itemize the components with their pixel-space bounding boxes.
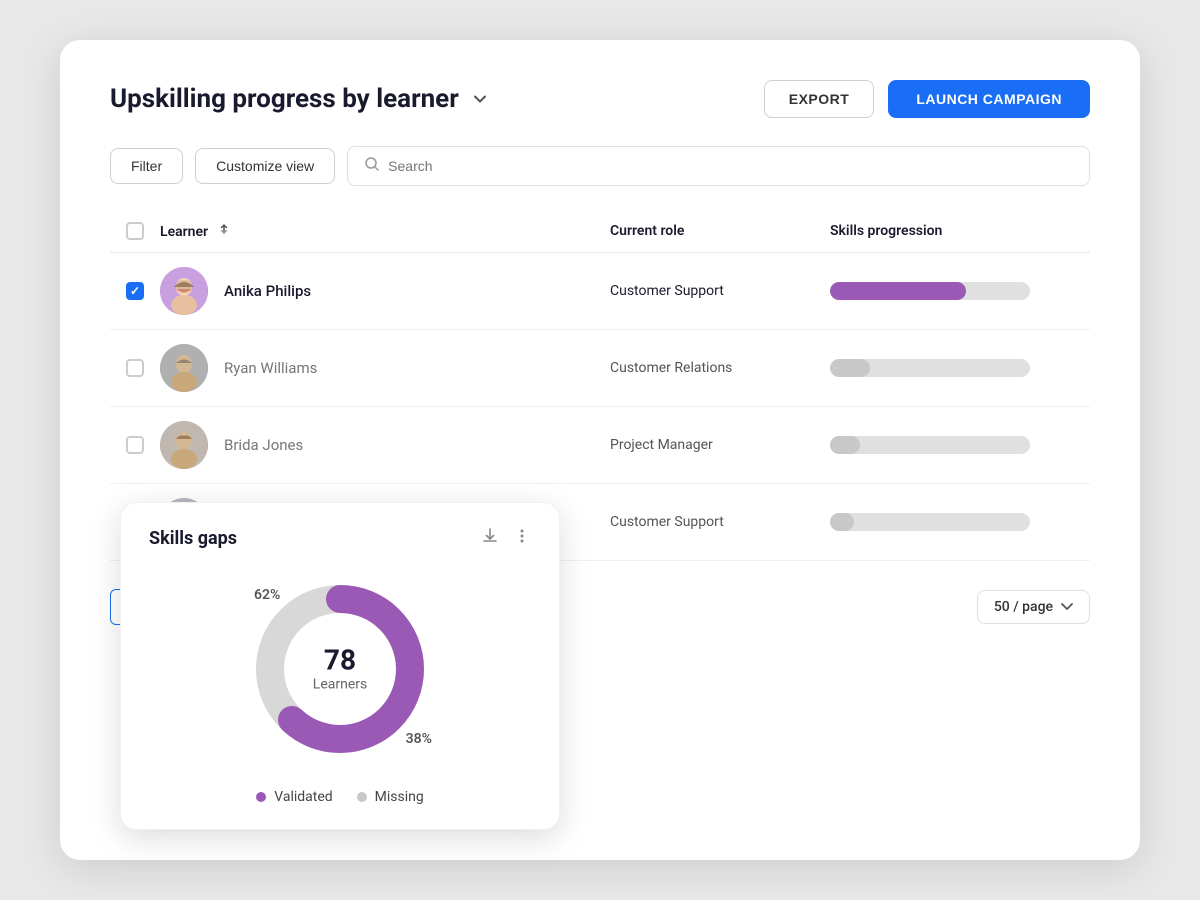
row-checkbox[interactable]: [126, 359, 144, 377]
progress-bar: [830, 282, 1030, 300]
title-text: Upskilling progress by learner: [110, 84, 459, 114]
skills-gap-header: Skills gaps: [149, 527, 531, 549]
progress-bar: [830, 513, 1030, 531]
sort-icon[interactable]: [217, 222, 231, 236]
progress-cell: [830, 436, 1090, 454]
avatar: [160, 267, 208, 315]
progress-cell: [830, 359, 1090, 377]
validated-label: Validated: [274, 789, 332, 805]
learner-cell: Ryan Williams: [160, 344, 610, 392]
per-page-label: 50 / page: [994, 599, 1053, 615]
skills-gap-card: Skills gaps: [120, 502, 560, 830]
search-box: [347, 146, 1090, 186]
chart-legend: Validated Missing: [149, 789, 531, 805]
progress-bar: [830, 359, 1030, 377]
missing-label: Missing: [375, 789, 424, 805]
search-input[interactable]: [388, 158, 1073, 174]
progress-fill: [830, 513, 854, 531]
per-page-selector[interactable]: 50 / page: [977, 590, 1090, 624]
role-cell: Project Manager: [610, 437, 830, 453]
role-cell: Customer Support: [610, 283, 830, 299]
row-checkbox-col: [110, 359, 160, 377]
validated-dot: [256, 792, 266, 802]
progress-cell: [830, 282, 1090, 300]
column-skills-progression: Skills progression: [830, 223, 1090, 239]
donut-chart: 62% 38% 78 Learners: [240, 569, 440, 769]
column-current-role: Current role: [610, 223, 830, 239]
customize-view-button[interactable]: Customize view: [195, 148, 335, 184]
page-title: Upskilling progress by learner: [110, 84, 491, 114]
page-header: Upskilling progress by learner EXPORT LA…: [110, 80, 1090, 118]
role-cell: Customer Support: [610, 514, 830, 530]
progress-fill: [830, 282, 966, 300]
validated-pct-label: 62%: [254, 587, 280, 603]
table-row: Brida Jones Project Manager: [110, 407, 1090, 484]
missing-pct-label: 38%: [406, 731, 432, 747]
learner-name: Anika Philips: [224, 282, 311, 300]
launch-campaign-button[interactable]: LAUNCH CAMPAIGN: [888, 80, 1090, 118]
row-checkbox-col: [110, 436, 160, 454]
row-checkbox[interactable]: [126, 436, 144, 454]
toolbar: Filter Customize view: [110, 146, 1090, 186]
header-actions: EXPORT LAUNCH CAMPAIGN: [764, 80, 1090, 118]
main-card: Upskilling progress by learner EXPORT LA…: [60, 40, 1140, 860]
progress-bar: [830, 436, 1030, 454]
more-options-icon[interactable]: [513, 527, 531, 549]
role-cell: Customer Relations: [610, 360, 830, 376]
title-dropdown-icon[interactable]: [469, 88, 491, 110]
column-learner: Learner: [160, 222, 610, 240]
header-checkbox-col: [110, 222, 160, 240]
learner-cell: Brida Jones: [160, 421, 610, 469]
avatar: [160, 344, 208, 392]
legend-validated: Validated: [256, 789, 332, 805]
table-row: Ryan Williams Customer Relations: [110, 330, 1090, 407]
table-header-row: Learner Current role Skills progression: [110, 210, 1090, 253]
table-row: Anika Philips Customer Support: [110, 253, 1090, 330]
search-icon: [364, 156, 380, 176]
missing-dot: [357, 792, 367, 802]
progress-fill: [830, 359, 870, 377]
row-checkbox-col: [110, 282, 160, 300]
select-all-checkbox[interactable]: [126, 222, 144, 240]
skills-gap-title: Skills gaps: [149, 528, 237, 549]
learner-name: Ryan Williams: [224, 359, 317, 377]
avatar: [160, 421, 208, 469]
row-checkbox[interactable]: [126, 282, 144, 300]
skills-gap-actions: [481, 527, 531, 549]
legend-missing: Missing: [357, 789, 424, 805]
total-learners-number: 78: [313, 646, 367, 677]
learner-cell: Anika Philips: [160, 267, 610, 315]
export-button[interactable]: EXPORT: [764, 80, 875, 118]
learner-name: Brida Jones: [224, 436, 303, 454]
filter-button[interactable]: Filter: [110, 148, 183, 184]
download-icon[interactable]: [481, 527, 499, 549]
progress-cell: [830, 513, 1090, 531]
total-learners-label: Learners: [313, 676, 367, 692]
donut-center: 78 Learners: [313, 646, 367, 693]
progress-fill: [830, 436, 860, 454]
